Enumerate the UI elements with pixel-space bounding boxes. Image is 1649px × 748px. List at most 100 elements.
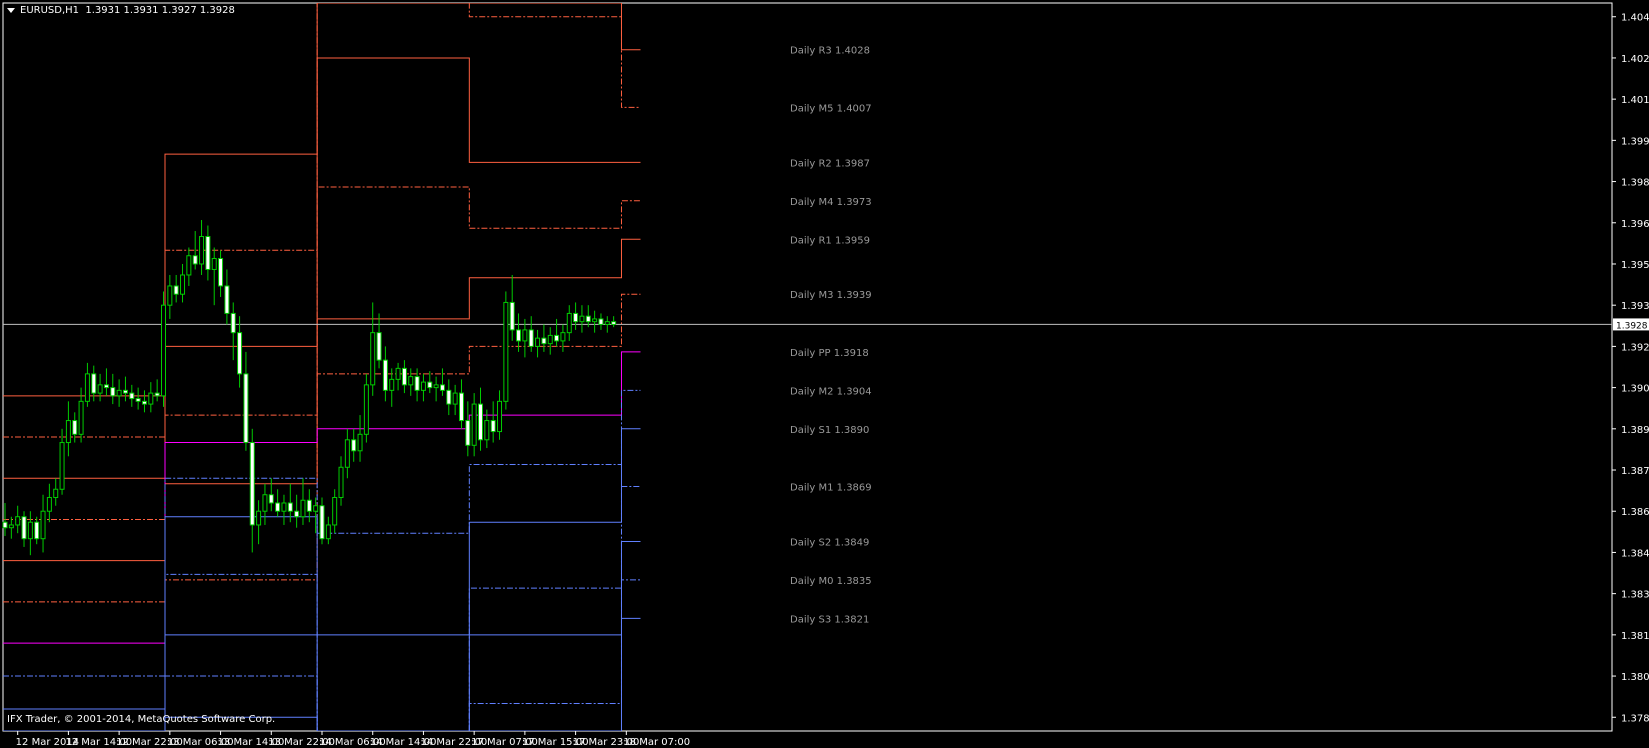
candle-body [395, 367, 401, 380]
candle-body [465, 420, 471, 446]
y-tick-label: 1.3995 [1621, 136, 1649, 147]
candle-body [471, 403, 477, 446]
y-tick-label: 1.3950 [1621, 260, 1649, 271]
candle-body [566, 312, 572, 334]
candle-body [287, 502, 293, 512]
dropdown-triangle-icon[interactable] [7, 7, 15, 13]
pivot-lines [3, 3, 641, 731]
y-tick-label: 1.4010 [1621, 95, 1649, 106]
pivot-label-m5: Daily M5 1.4007 [790, 103, 872, 114]
y-tick-label: 1.3860 [1621, 507, 1649, 518]
pivot-label-r3: Daily R3 1.4028 [790, 46, 870, 57]
pivot-line-s1 [3, 428, 641, 710]
copyright-notice: IFX Trader, © 2001-2014, MetaQuotes Soft… [7, 714, 276, 725]
candle-body [535, 337, 541, 347]
y-tick-label: 1.3890 [1621, 425, 1649, 436]
candle-body [224, 285, 230, 314]
candle-body [103, 384, 109, 389]
candle-body [579, 315, 585, 323]
candle-body [427, 381, 433, 389]
candle-body [370, 332, 376, 386]
candle-body [408, 376, 414, 386]
y-tick-label: 1.3965 [1621, 219, 1649, 230]
y-tick-label: 1.3800 [1621, 672, 1649, 683]
candle-body [275, 502, 281, 512]
candle-body [281, 502, 287, 512]
candle-body [154, 392, 160, 397]
chart-header: EURUSD,H1 1.3931 1.3931 1.3927 1.3928 [0, 0, 235, 20]
pivot-label-m0: Daily M0 1.3835 [790, 576, 872, 587]
candle-body [230, 312, 236, 334]
y-tick-label: 1.3845 [1621, 548, 1649, 559]
current-price-label: 1.3928 [1616, 321, 1648, 331]
y-tick-label: 1.3830 [1621, 590, 1649, 601]
candle-body [116, 389, 122, 397]
candle-body [338, 466, 344, 498]
candle-body [78, 400, 84, 435]
candle-body [262, 494, 268, 512]
candle-body [484, 420, 490, 441]
candle-body [351, 439, 357, 452]
candle-body [319, 505, 325, 540]
candle-body [541, 337, 547, 345]
candle-body [478, 403, 483, 441]
candle-body [21, 516, 27, 540]
pivot-label-s2: Daily S2 1.3849 [790, 537, 869, 548]
candle-body [503, 301, 509, 402]
candle-body [199, 236, 205, 265]
candle-body [167, 285, 173, 306]
candle-body [344, 439, 350, 468]
candle-body [497, 400, 503, 433]
y-tick-label: 1.3920 [1621, 342, 1649, 353]
candle-body [34, 521, 40, 540]
candle-body [46, 496, 52, 512]
candle-body [516, 329, 522, 342]
candle-body [97, 384, 103, 394]
candle-body [186, 255, 192, 276]
price-chart[interactable]: 1.4040 1.4025 1.4010 1.3995 1.3980 1.3965 1.39… [0, 0, 1649, 748]
candle-body [357, 433, 363, 452]
candle-body [129, 392, 135, 400]
candle-body [65, 420, 71, 444]
candle-body [522, 329, 528, 342]
pivot-label-s3: Daily S3 1.3821 [790, 614, 869, 625]
candle-body [72, 420, 78, 435]
candle-body [135, 398, 141, 402]
candle-body [611, 321, 617, 325]
symbol-label: EURUSD,H1 [20, 4, 80, 16]
candle-body [249, 442, 255, 526]
pivot-label-m2: Daily M2 1.3904 [790, 386, 872, 397]
candle-body [192, 255, 198, 265]
candle-body [59, 442, 65, 490]
candle-body [433, 384, 439, 389]
y-tick-label: 1.4025 [1621, 54, 1649, 65]
candle-body [40, 510, 46, 540]
candle-body [560, 332, 566, 342]
pivot-label-s1: Daily S1 1.3890 [790, 425, 869, 436]
candle-body [528, 329, 534, 347]
candle-body [148, 392, 154, 405]
candle-body [573, 312, 579, 323]
y-tick-label: 1.3935 [1621, 301, 1649, 312]
candle-body [547, 334, 553, 345]
candle-body [243, 373, 249, 444]
candle-body [2, 521, 8, 529]
candle-body [585, 315, 591, 323]
candle-body [180, 274, 186, 295]
candle-body [8, 524, 14, 529]
candle-body [91, 373, 97, 394]
pivot-label-pp: Daily PP 1.3918 [790, 348, 869, 359]
candle-body [389, 378, 395, 391]
candle-body [122, 389, 128, 394]
candle-body [313, 505, 319, 512]
y-tick-label: 1.3785 [1621, 713, 1649, 724]
pivot-line-m4 [3, 186, 641, 520]
candle-body [446, 389, 452, 405]
candle-body [382, 359, 388, 391]
candle-body [294, 510, 300, 518]
pivot-label-r2: Daily R2 1.3987 [790, 158, 870, 169]
candle-body [211, 257, 217, 270]
candle-body [27, 521, 33, 540]
candle-body [376, 332, 382, 361]
y-tick-label: 1.3875 [1621, 466, 1649, 477]
